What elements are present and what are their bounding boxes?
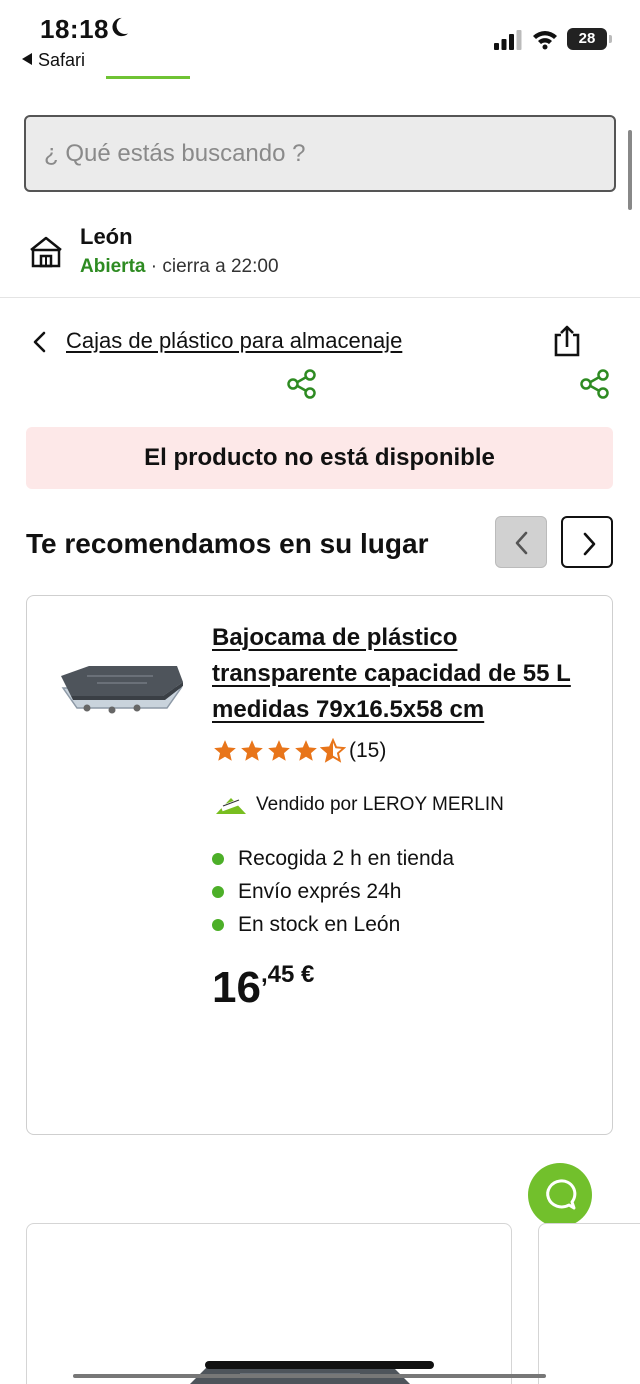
product-features: Recogida 2 h en tienda Envío exprés 24h … [212,842,454,941]
chevron-left-icon [515,531,528,555]
star-half-icon [320,738,346,763]
feature-label: Recogida 2 h en tienda [238,847,454,870]
status-dot-icon [212,885,224,898]
product-rating: (15) [212,736,386,766]
product-price: 16,45 € [212,961,314,1013]
product-image[interactable] [57,648,185,720]
product-card[interactable] [538,1223,640,1384]
store-name: León [80,224,133,249]
clock: 18:18 [40,14,109,44]
seller-label: Vendido por LEROY MERLIN [256,794,504,815]
feature-label: Envío exprés 24h [238,880,402,903]
home-indicator[interactable] [205,1361,434,1369]
price-decimal: ,45 € [260,961,315,988]
star-icon [295,740,317,761]
carousel-next-button[interactable] [561,516,613,568]
star-icon [268,740,290,761]
divider [0,297,640,298]
store-icon [30,236,62,268]
recommendations-title: Te recomendamos en su lugar [26,528,429,559]
back-app-label: Safari [38,50,86,70]
status-dot-icon [212,918,224,931]
chat-icon [546,1179,577,1210]
review-count: (15) [349,739,387,762]
share-icon[interactable] [579,368,611,400]
carousel-prev-button[interactable] [495,516,547,568]
leroy-merlin-logo [216,798,246,814]
vertical-scrollbar[interactable] [628,130,632,210]
back-triangle-icon [22,53,32,65]
wifi-icon [533,31,557,50]
seller-info: Vendido por LEROY MERLIN [214,791,504,819]
feature-item: Envío exprés 24h [212,875,454,908]
star-icon [241,740,263,761]
status-dot-icon [212,852,224,865]
chevron-left-icon[interactable] [30,330,50,354]
product-image [190,1364,410,1384]
unavailable-notice: El producto no está disponible [26,427,613,489]
product-card[interactable]: Bajocama de plástico transparente capaci… [26,595,613,1135]
store-status-separator: · [145,256,163,277]
store-open-label: Abierta [80,256,146,277]
feature-item: Recogida 2 h en tienda [212,842,454,875]
store-hours: cierra a 22:00 [162,256,279,277]
back-to-app-link[interactable]: Safari [22,50,85,71]
chevron-right-icon [583,532,596,556]
horizontal-scrollbar[interactable] [73,1374,546,1378]
page-accent-strip [106,76,190,79]
search-box[interactable] [24,115,616,192]
store-selector[interactable]: León Abierta · cierra a 22:00 [28,222,618,286]
signal-icon [494,30,522,50]
battery-indicator: 28 [567,28,612,50]
price-integer: 16 [212,963,261,1012]
chat-button[interactable] [528,1163,592,1227]
moon-icon [112,17,129,37]
export-icon[interactable] [552,325,582,357]
star-icon [214,740,236,761]
status-bar: 18:18 Safari 28 [0,0,640,80]
share-icon[interactable] [286,368,318,400]
breadcrumb-link[interactable]: Cajas de plástico para almacenaje [66,328,402,354]
search-input[interactable] [26,117,614,190]
store-status: Abierta · cierra a 22:00 [80,256,279,278]
feature-item: En stock en León [212,908,454,941]
feature-label: En stock en León [238,913,401,936]
product-title-link[interactable]: Bajocama de plástico transparente capaci… [212,620,592,728]
